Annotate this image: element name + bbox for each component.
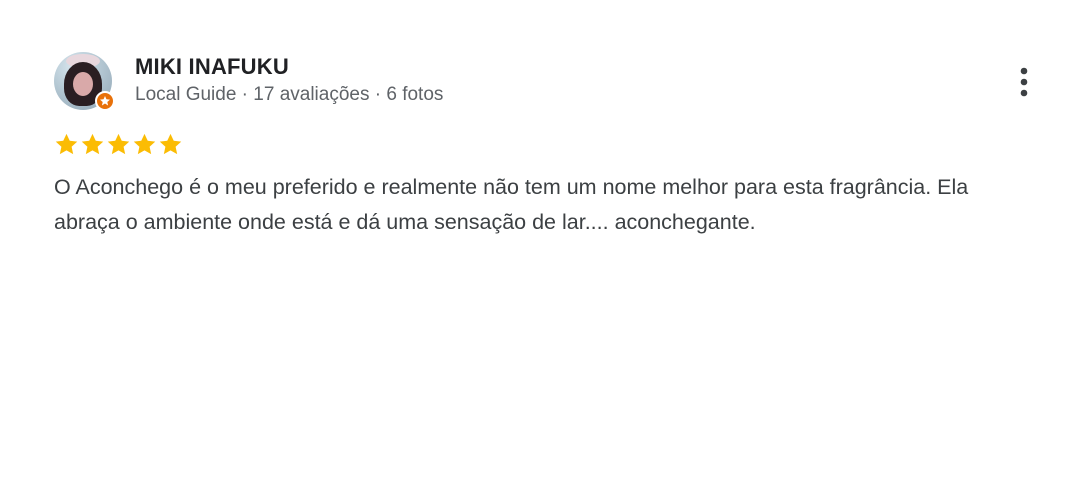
star-icon <box>55 133 78 155</box>
star-icon <box>133 133 156 155</box>
local-guide-badge-icon <box>95 91 115 111</box>
more-options-button[interactable] <box>1006 62 1042 102</box>
reviewer-meta: Local Guide · 17 avaliações · 6 fotos <box>135 84 444 105</box>
review-header: MIKI INAFUKU Local Guide · 17 avaliações… <box>54 50 1044 112</box>
star-icon <box>107 133 130 155</box>
review-text: O Aconchego é o meu preferido e realment… <box>54 175 969 234</box>
reviewer-name[interactable]: MIKI INAFUKU <box>135 54 289 80</box>
more-vertical-icon <box>1020 67 1028 97</box>
avatar[interactable] <box>54 52 115 111</box>
star-icon <box>81 133 104 155</box>
review-card: MIKI INAFUKU Local Guide · 17 avaliações… <box>54 50 1044 240</box>
star-icon <box>159 133 182 155</box>
star-rating <box>54 132 1044 158</box>
